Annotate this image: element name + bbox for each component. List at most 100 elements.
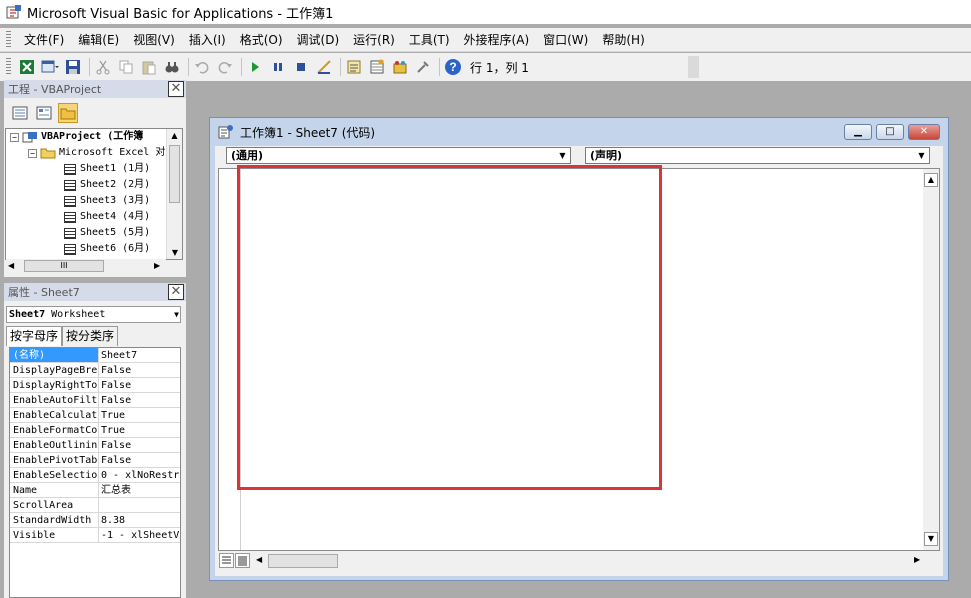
redo-icon[interactable] — [215, 57, 235, 77]
object-browser-icon[interactable] — [390, 57, 410, 77]
code-hscrollbar[interactable]: ◀ ▶ — [218, 552, 940, 570]
view-object-icon[interactable] — [34, 103, 54, 123]
menu-run[interactable]: 运行(R) — [346, 30, 402, 50]
scroll-up-icon[interactable]: ▲ — [167, 129, 182, 143]
scroll-thumb[interactable]: III — [24, 260, 104, 272]
design-mode-icon[interactable] — [314, 57, 334, 77]
property-value[interactable]: 汇总表 — [99, 483, 180, 497]
copy-icon[interactable] — [116, 57, 136, 77]
scroll-right-icon[interactable]: ▶ — [154, 261, 160, 270]
property-row[interactable]: Visible -1 - xlSheetV — [10, 528, 180, 543]
property-value[interactable]: False — [99, 438, 180, 452]
project-tree-hscrollbar[interactable]: ◀ III ▶ — [6, 259, 166, 274]
menu-edit[interactable]: 编辑(E) — [71, 30, 126, 50]
tree-item-sheet2[interactable]: Sheet2 (2月) — [6, 177, 182, 193]
property-value[interactable]: False — [99, 393, 180, 407]
property-row[interactable]: EnableFormatCo True — [10, 423, 180, 438]
menu-tools[interactable]: 工具(T) — [402, 30, 457, 50]
paste-icon[interactable] — [139, 57, 159, 77]
break-icon[interactable] — [268, 57, 288, 77]
tree-item-sheet1[interactable]: Sheet1 (1月) — [6, 161, 182, 177]
scroll-up-icon[interactable]: ▲ — [924, 173, 938, 187]
toggle-folders-icon[interactable] — [58, 103, 78, 123]
property-row[interactable]: Name 汇总表 — [10, 483, 180, 498]
project-tree-vscrollbar[interactable]: ▲ ▼ — [166, 129, 182, 259]
object-selector[interactable]: Sheet7 Worksheet ▼ — [6, 306, 181, 323]
view-code-icon[interactable] — [10, 103, 30, 123]
scroll-left-icon[interactable]: ◀ — [8, 261, 14, 270]
cut-icon[interactable] — [93, 57, 113, 77]
run-icon[interactable] — [245, 57, 265, 77]
toolbar-options-chevron[interactable] — [688, 56, 699, 78]
property-row[interactable]: (名称) Sheet7 — [10, 348, 180, 363]
chevron-down-icon[interactable]: ▼ — [914, 148, 929, 163]
menu-grip[interactable] — [6, 30, 11, 49]
tree-item-sheet3[interactable]: Sheet3 (3月) — [6, 193, 182, 209]
scroll-thumb[interactable] — [169, 145, 180, 203]
property-row[interactable]: EnableSelectio 0 - xlNoRestr — [10, 468, 180, 483]
collapse-icon[interactable]: − — [10, 132, 19, 142]
menu-format[interactable]: 格式(O) — [233, 30, 290, 50]
help-icon[interactable]: ? — [443, 57, 463, 77]
tree-item-sheet5[interactable]: Sheet5 (5月) — [6, 225, 182, 241]
tree-item-sheet6[interactable]: Sheet6 (6月) — [6, 241, 182, 257]
property-value[interactable] — [99, 498, 180, 512]
menu-addins[interactable]: 外接程序(A) — [457, 30, 537, 50]
toolbar-grip[interactable] — [6, 58, 11, 76]
reset-icon[interactable] — [291, 57, 311, 77]
code-vscrollbar[interactable]: ▲ ▼ — [923, 169, 939, 550]
full-module-view-icon[interactable] — [235, 553, 250, 568]
property-row[interactable]: EnableOutlinin False — [10, 438, 180, 453]
chevron-down-icon[interactable]: ▼ — [174, 307, 179, 322]
property-value[interactable]: True — [99, 423, 180, 437]
find-icon[interactable] — [162, 57, 182, 77]
menu-file[interactable]: 文件(F) — [17, 30, 71, 50]
collapse-icon[interactable]: − — [28, 148, 37, 158]
property-row[interactable]: ScrollArea — [10, 498, 180, 513]
tree-root[interactable]: − VBAProject (工作簿 — [6, 129, 182, 145]
menu-help[interactable]: 帮助(H) — [595, 30, 651, 50]
tree-folder[interactable]: − Microsoft Excel 对 — [6, 145, 182, 161]
close-icon[interactable]: ✕ — [908, 124, 940, 140]
menu-insert[interactable]: 插入(I) — [182, 30, 233, 50]
chevron-down-icon[interactable]: ▼ — [555, 148, 570, 163]
menu-window[interactable]: 窗口(W) — [536, 30, 595, 50]
property-row[interactable]: DisplayPageBre False — [10, 363, 180, 378]
properties-window-icon[interactable] — [367, 57, 387, 77]
property-value[interactable]: False — [99, 453, 180, 467]
tab-categorized[interactable]: 按分类序 — [62, 326, 119, 346]
procedure-combo[interactable]: (声明) ▼ — [585, 147, 930, 164]
tab-alphabetic[interactable]: 按字母序 — [6, 326, 63, 346]
property-value[interactable]: Sheet7 — [99, 348, 180, 362]
tree-item-sheet4[interactable]: Sheet4 (4月) — [6, 209, 182, 225]
property-value[interactable]: False — [99, 363, 180, 377]
menu-debug[interactable]: 调试(D) — [290, 30, 347, 50]
scroll-left-icon[interactable]: ◀ — [256, 555, 262, 564]
minimize-icon[interactable]: ▁ — [844, 124, 872, 140]
property-value[interactable]: True — [99, 408, 180, 422]
scroll-down-icon[interactable]: ▼ — [924, 532, 938, 546]
scroll-right-icon[interactable]: ▶ — [914, 555, 920, 564]
procedure-view-icon[interactable] — [219, 553, 234, 568]
property-value[interactable]: 0 - xlNoRestr — [99, 468, 180, 482]
toolbox-icon[interactable] — [413, 57, 433, 77]
undo-icon[interactable] — [192, 57, 212, 77]
property-row[interactable]: EnablePivotTab False — [10, 453, 180, 468]
scroll-down-icon[interactable]: ▼ — [167, 248, 183, 257]
project-pane-close-icon[interactable]: ✕ — [168, 81, 184, 97]
code-window-titlebar[interactable]: 工作簿1 - Sheet7 (代码) ▁ □ ✕ — [210, 118, 948, 146]
property-row[interactable]: EnableAutoFilt False — [10, 393, 180, 408]
property-value[interactable]: False — [99, 378, 180, 392]
object-combo[interactable]: (通用) ▼ — [226, 147, 571, 164]
maximize-icon[interactable]: □ — [876, 124, 904, 140]
property-value[interactable]: -1 - xlSheetV — [99, 528, 180, 542]
insert-userform-icon[interactable] — [40, 57, 60, 77]
project-explorer-icon[interactable] — [344, 57, 364, 77]
property-value[interactable]: 8.38 — [99, 513, 180, 527]
property-row[interactable]: EnableCalculat True — [10, 408, 180, 423]
save-icon[interactable] — [63, 57, 83, 77]
property-row[interactable]: DisplayRightTo False — [10, 378, 180, 393]
excel-view-icon[interactable] — [17, 57, 37, 77]
property-row[interactable]: StandardWidth 8.38 — [10, 513, 180, 528]
properties-pane-close-icon[interactable]: ✕ — [168, 284, 184, 300]
